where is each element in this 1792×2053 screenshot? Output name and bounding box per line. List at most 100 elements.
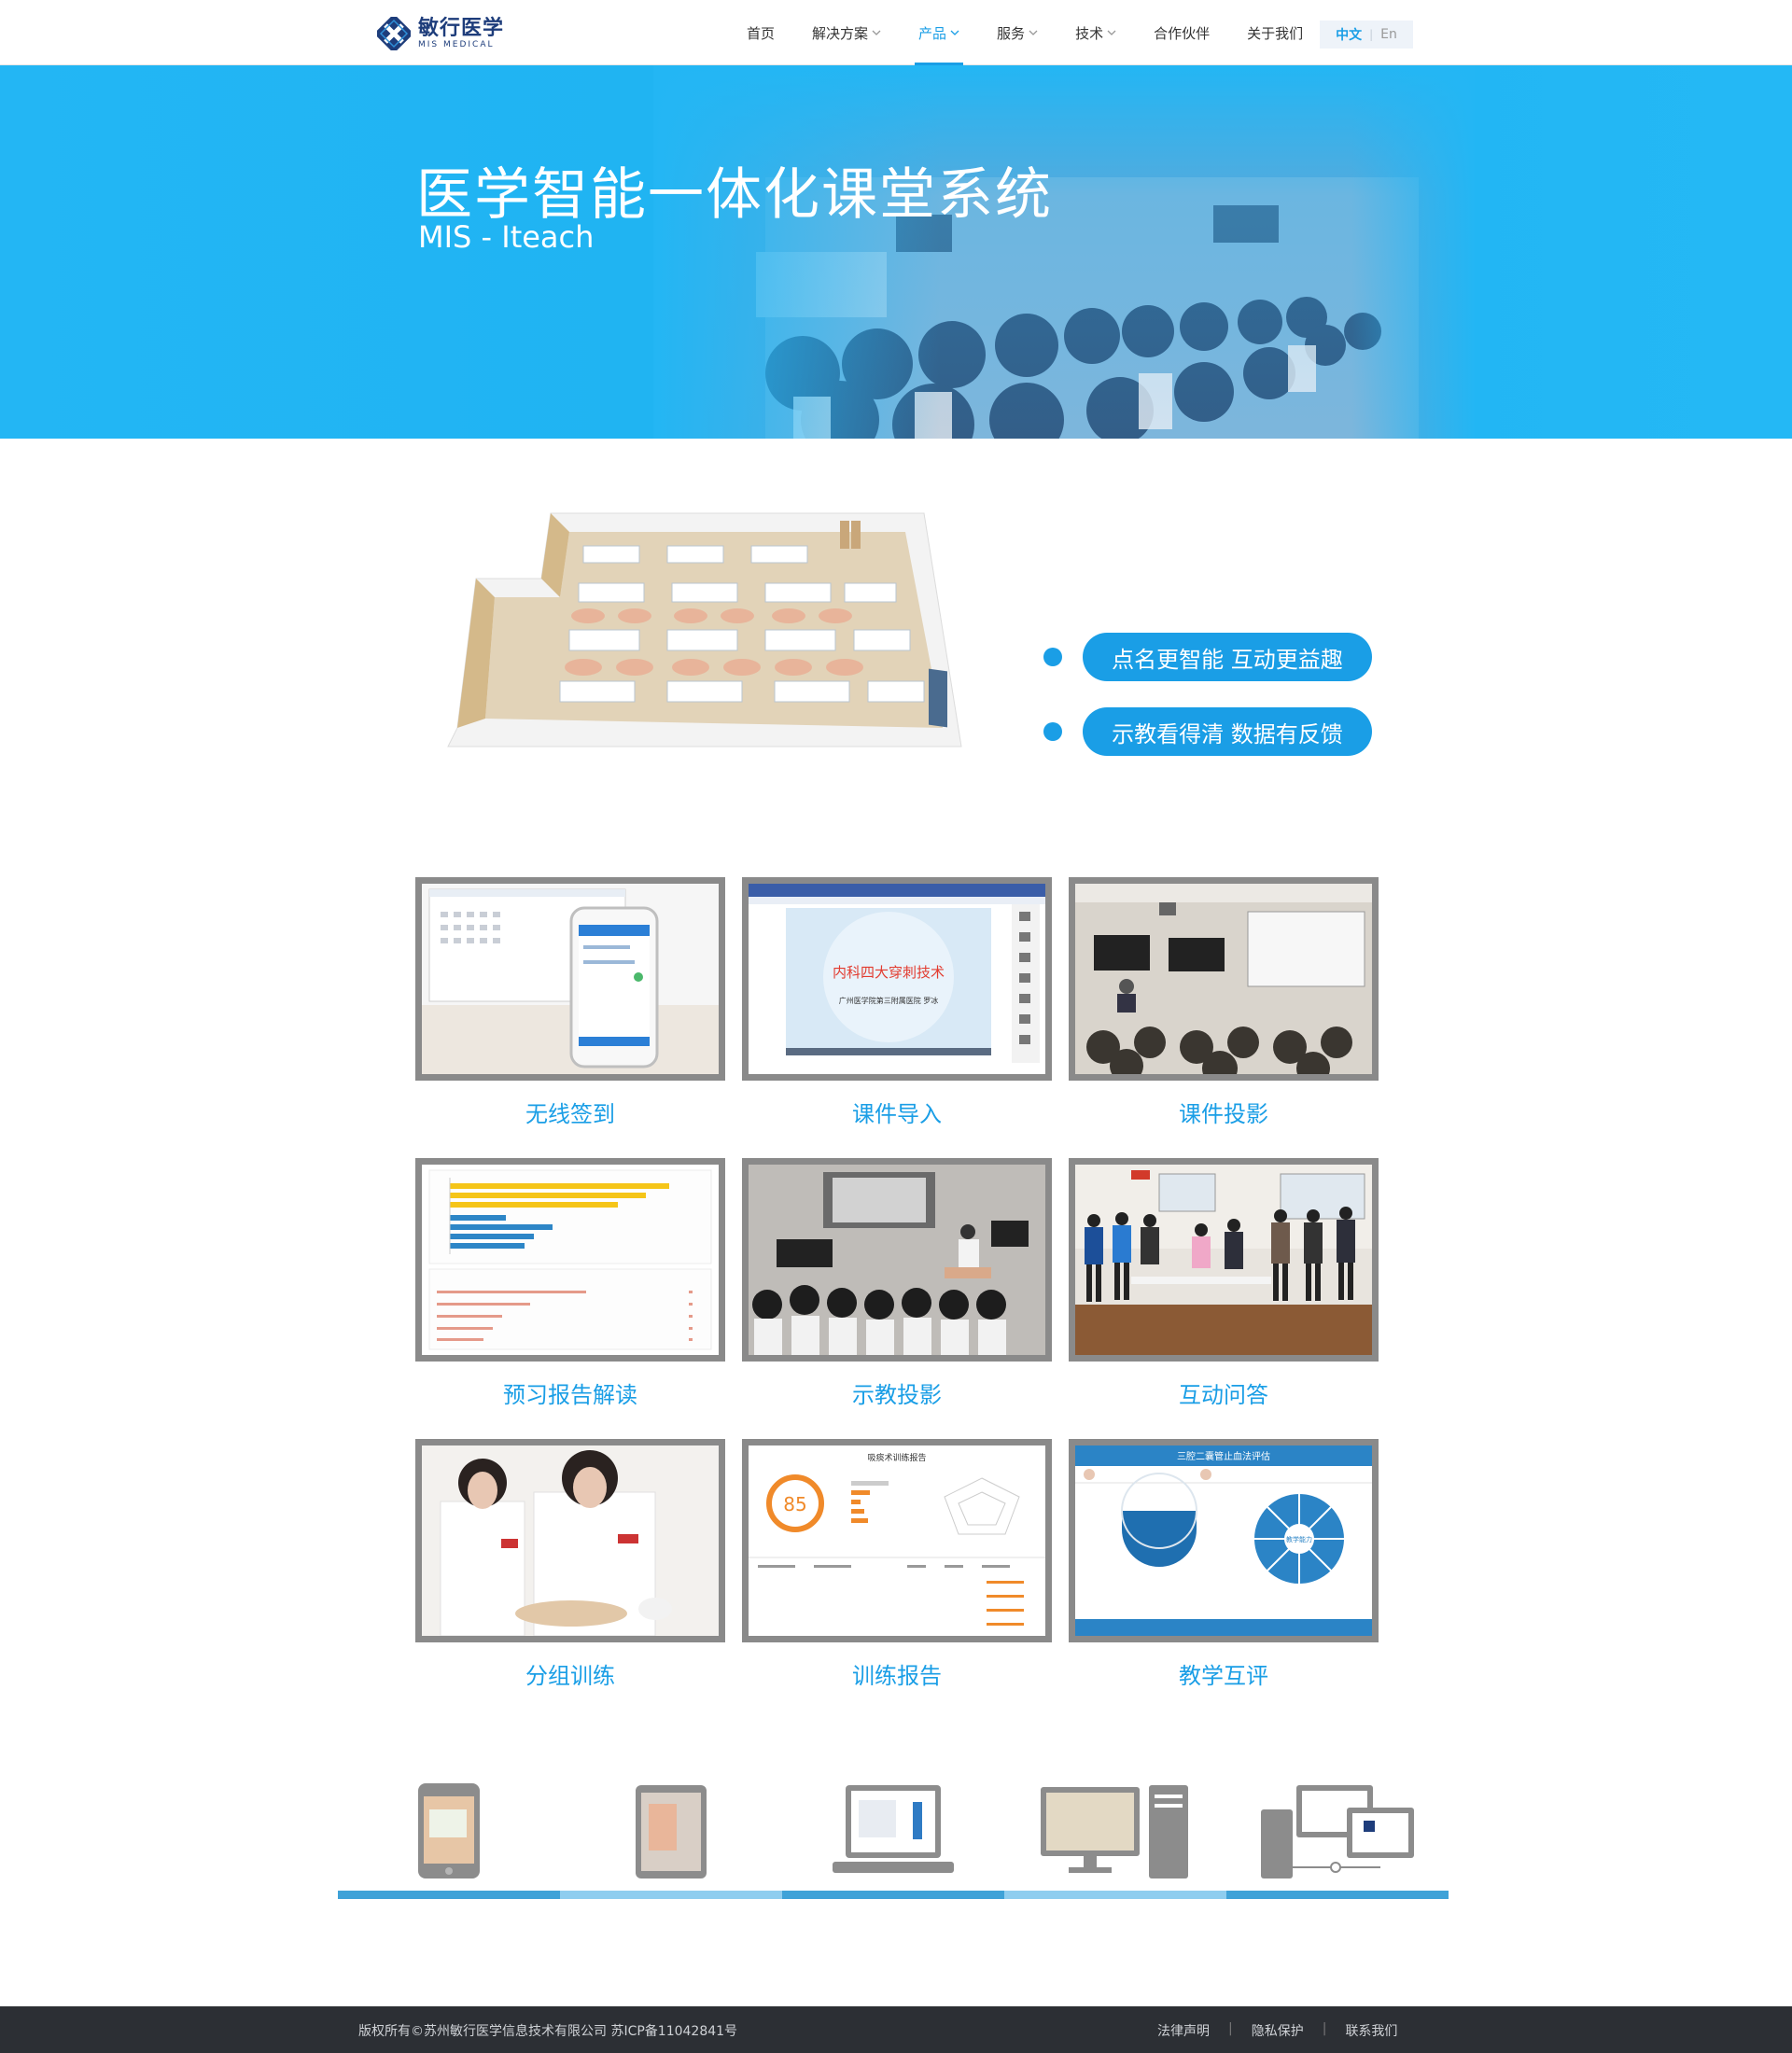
feature-card[interactable]: 预习报告解读: [415, 1158, 725, 1409]
footer-links: 法律声明 | 隐私保护 | 联系我们: [1139, 2021, 1416, 2040]
feature-card[interactable]: 分组训练: [415, 1439, 725, 1690]
feature-card[interactable]: 内科四大穿刺技术 广州医学院第三附属医院 罗冰 课件导入: [742, 877, 1052, 1128]
site-footer: 版权所有©苏州敏行医学信息技术有限公司 苏ICP备11042841号 法律声明 …: [0, 2006, 1792, 2053]
workstation-icon: [1261, 1785, 1414, 1878]
card-image: [415, 1439, 725, 1642]
phone-icon: [418, 1783, 480, 1878]
card-caption: 分组训练: [525, 1663, 615, 1689]
card-image: [415, 877, 725, 1081]
copyright-text: 版权所有©苏州敏行医学信息技术有限公司 苏ICP备11042841号: [358, 2024, 738, 2039]
teaching-evaluation-screen: 三腔二囊管止血法评估 教学能力: [1075, 1445, 1372, 1636]
card-caption: 课件导入: [852, 1101, 942, 1127]
device-phone: [338, 1778, 560, 1899]
feature-pill: 点名更智能 互动更益趣: [1083, 633, 1372, 681]
courseware-projection-photo: [1075, 884, 1372, 1074]
nav-home[interactable]: 首页: [728, 0, 793, 65]
nav-label: 合作伙伴: [1154, 24, 1211, 42]
prestudy-report-chart: [422, 1165, 719, 1355]
chevron-down-icon: [950, 30, 959, 35]
card-image: [1069, 877, 1379, 1081]
card-image: [1069, 1158, 1379, 1362]
device-bar: [1226, 1891, 1449, 1899]
site-header: 敏行医学 MIS MEDICAL 首页 解决方案 产品 服务 技术 合作伙伴 关…: [0, 0, 1792, 65]
lang-divider: |: [1369, 28, 1374, 41]
logo-mark-icon: [377, 17, 411, 50]
device-bar: [1004, 1891, 1226, 1899]
report-title: 吸痰术训练报告: [867, 1452, 926, 1463]
group-training-photo: [422, 1445, 719, 1636]
feature-row: 点名更智能 互动更益趣: [1043, 633, 1372, 681]
bullet-dot: [1043, 648, 1062, 666]
card-image: [742, 1158, 1052, 1362]
card-caption: 预习报告解读: [503, 1382, 637, 1408]
footer-link-privacy[interactable]: 隐私保护: [1233, 2021, 1323, 2040]
hero-title: 医学智能一体化课堂系统: [416, 162, 1053, 228]
feature-card[interactable]: 示教投影: [742, 1158, 1052, 1409]
card-caption: 课件投影: [1179, 1101, 1268, 1127]
card-caption: 教学互评: [1179, 1663, 1268, 1689]
demo-projection-photo: [749, 1165, 1045, 1355]
card-image: 内科四大穿刺技术 广州医学院第三附属医院 罗冰: [742, 877, 1052, 1081]
card-caption: 互动问答: [1179, 1382, 1268, 1408]
chevron-down-icon: [1029, 30, 1038, 35]
logo-tagline: MIS MEDICAL: [418, 40, 495, 49]
nav-about[interactable]: 关于我们: [1228, 0, 1322, 65]
device-tablet: [560, 1778, 782, 1899]
wireless-signin-illustration: [422, 884, 719, 1074]
lang-chinese[interactable]: 中文: [1336, 25, 1362, 44]
chevron-down-icon: [1107, 30, 1116, 35]
card-image: [415, 1158, 725, 1362]
card-caption: 训练报告: [852, 1663, 942, 1689]
feature-card[interactable]: 课件投影: [1069, 877, 1379, 1128]
logo-name: 敏行医学: [418, 17, 505, 40]
card-image: 三腔二囊管止血法评估 教学能力: [1069, 1439, 1379, 1642]
evaluation-center-label: 教学能力: [1286, 1535, 1312, 1543]
training-report-screen: 吸痰术训练报告 85: [749, 1445, 1045, 1636]
nav-services[interactable]: 服务: [978, 0, 1057, 65]
device-bar: [782, 1891, 1004, 1899]
footer-link-legal[interactable]: 法律声明: [1139, 2021, 1228, 2040]
main-nav: 首页 解决方案 产品 服务 技术 合作伙伴 关于我们: [728, 0, 1322, 65]
slide-subtitle: 广州医学院第三附属医院 罗冰: [839, 996, 939, 1005]
supported-devices: [338, 1778, 1452, 1899]
nav-label: 解决方案: [812, 24, 869, 42]
card-caption: 示教投影: [852, 1382, 942, 1408]
device-bar: [338, 1891, 560, 1899]
lang-english[interactable]: En: [1380, 27, 1397, 42]
evaluation-title: 三腔二囊管止血法评估: [1177, 1450, 1270, 1462]
device-bar: [560, 1891, 782, 1899]
feature-pill: 示教看得清 数据有反馈: [1083, 707, 1372, 756]
tablet-icon: [636, 1785, 707, 1878]
nav-label: 产品: [918, 24, 947, 42]
device-desktop: [1004, 1778, 1226, 1899]
classroom-photo: [653, 65, 1475, 439]
footer-link-contact[interactable]: 联系我们: [1326, 2021, 1416, 2040]
feature-card[interactable]: 吸痰术训练报告 85 训练报告: [742, 1439, 1052, 1690]
nav-label: 服务: [997, 24, 1026, 42]
feature-row: 示教看得清 数据有反馈: [1043, 707, 1372, 756]
hero-subtitle: MIS - Iteach: [418, 219, 595, 255]
report-score: 85: [783, 1493, 806, 1515]
device-laptop: [782, 1778, 1004, 1899]
nav-partners[interactable]: 合作伙伴: [1135, 0, 1228, 65]
nav-label: 关于我们: [1247, 24, 1304, 42]
feature-card[interactable]: 互动问答: [1069, 1158, 1379, 1409]
language-switcher: 中文 | En: [1320, 21, 1413, 49]
feature-card[interactable]: 无线签到: [415, 877, 725, 1128]
courseware-import-illustration: 内科四大穿刺技术 广州医学院第三附属医院 罗冰: [749, 884, 1045, 1074]
feature-card[interactable]: 三腔二囊管止血法评估 教学能力 教学互评: [1069, 1439, 1379, 1690]
card-image: 吸痰术训练报告 85: [742, 1439, 1052, 1642]
bullet-dot: [1043, 722, 1062, 741]
nav-label: 技术: [1075, 24, 1104, 42]
nav-label: 首页: [747, 24, 776, 42]
card-caption: 无线签到: [525, 1101, 615, 1127]
desktop-icon: [1041, 1785, 1188, 1878]
nav-technology[interactable]: 技术: [1057, 0, 1135, 65]
classroom-3d-layout: [447, 512, 962, 747]
slide-title: 内科四大穿刺技术: [833, 964, 945, 981]
nav-products[interactable]: 产品: [900, 0, 978, 65]
device-workstation: [1226, 1778, 1449, 1899]
nav-solutions[interactable]: 解决方案: [793, 0, 900, 65]
site-logo[interactable]: 敏行医学 MIS MEDICAL: [377, 17, 504, 50]
interactive-qa-photo: [1075, 1165, 1372, 1355]
